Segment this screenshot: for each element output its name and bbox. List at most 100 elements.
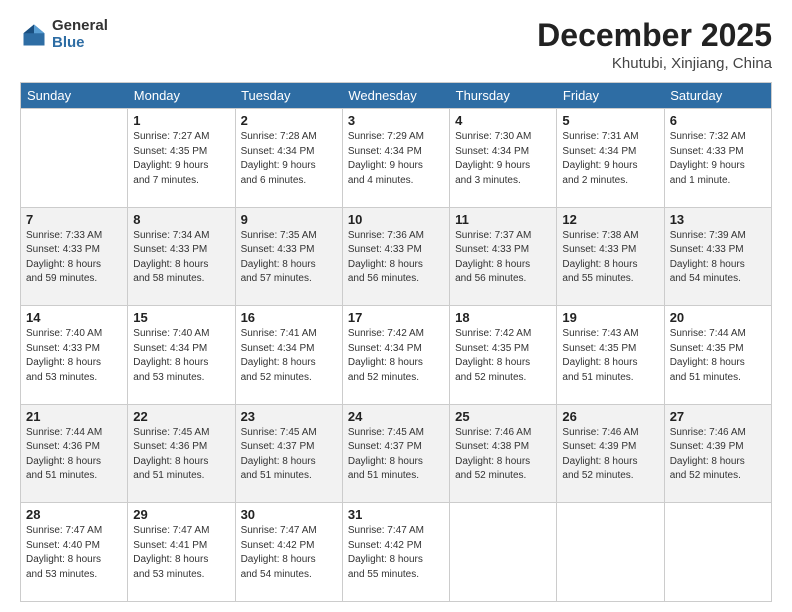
- day-info: Sunrise: 7:38 AM Sunset: 4:33 PM Dayligh…: [562, 229, 658, 287]
- day-number: 29: [133, 507, 229, 522]
- day-info: Sunrise: 7:46 AM Sunset: 4:39 PM Dayligh…: [670, 426, 766, 484]
- day-number: 30: [241, 507, 337, 522]
- day-number: 11: [455, 212, 551, 227]
- table-cell: 6Sunrise: 7:32 AM Sunset: 4:33 PM Daylig…: [664, 109, 771, 208]
- table-cell: 16Sunrise: 7:41 AM Sunset: 4:34 PM Dayli…: [235, 306, 342, 405]
- table-cell: 25 Sunrise: 7:46 AM Sunset: 4:38 PM Dayli…: [450, 404, 557, 503]
- table-cell: 8 Sunrise: 7:34 AM Sunset: 4:33 PM Daylig…: [128, 207, 235, 306]
- day-number: 7: [26, 212, 122, 227]
- col-wednesday: Wednesday: [342, 83, 449, 109]
- day-info: Sunrise: 7:40 AM Sunset: 4:34 PM Dayligh…: [133, 327, 229, 385]
- col-tuesday: Tuesday: [235, 83, 342, 109]
- day-info: Sunrise: 7:44 AM Sunset: 4:36 PM Dayligh…: [26, 426, 122, 484]
- day-info: Sunrise: 7:37 AM Sunset: 4:33 PM Dayligh…: [455, 229, 551, 287]
- table-cell: 22 Sunrise: 7:45 AM Sunset: 4:36 PM Dayli…: [128, 404, 235, 503]
- day-number: 24: [348, 409, 444, 424]
- table-cell: 2Sunrise: 7:28 AM Sunset: 4:34 PM Daylig…: [235, 109, 342, 208]
- logo: General Blue: [20, 18, 108, 51]
- day-number: 25: [455, 409, 551, 424]
- calendar-header-row: Sunday Monday Tuesday Wednesday Thursday…: [21, 83, 772, 109]
- day-info: Sunrise: 7:44 AM Sunset: 4:35 PM Dayligh…: [670, 327, 766, 385]
- day-number: 22: [133, 409, 229, 424]
- col-thursday: Thursday: [450, 83, 557, 109]
- table-cell: 5 Sunrise: 7:31 AM Sunset: 4:34 PM Daylig…: [557, 109, 664, 208]
- day-info: Sunrise: 7:39 AM Sunset: 4:33 PM Dayligh…: [670, 229, 766, 287]
- logo-text: General Blue: [52, 18, 108, 51]
- table-cell: 4 Sunrise: 7:30 AM Sunset: 4:34 PM Daylig…: [450, 109, 557, 208]
- day-number: 26: [562, 409, 658, 424]
- table-cell: 20 Sunrise: 7:44 AM Sunset: 4:35 PM Dayli…: [664, 306, 771, 405]
- col-sunday: Sunday: [21, 83, 128, 109]
- table-cell: 1 Sunrise: 7:27 AM Sunset: 4:35 PM Daylig…: [128, 109, 235, 208]
- day-number: 21: [26, 409, 122, 424]
- table-cell: 10Sunrise: 7:36 AM Sunset: 4:33 PM Dayli…: [342, 207, 449, 306]
- day-info: Sunrise: 7:46 AM Sunset: 4:39 PM Dayligh…: [562, 426, 658, 484]
- table-cell: 29 Sunrise: 7:47 AM Sunset: 4:41 PM Dayli…: [128, 503, 235, 602]
- day-number: 5: [562, 113, 658, 128]
- calendar-week-row: 14 Sunrise: 7:40 AM Sunset: 4:33 PM Dayli…: [21, 306, 772, 405]
- day-number: 3: [348, 113, 444, 128]
- day-number: 19: [562, 310, 658, 325]
- day-number: 2: [241, 113, 337, 128]
- day-info: Sunrise: 7:34 AM Sunset: 4:33 PM Dayligh…: [133, 229, 229, 287]
- day-number: 15: [133, 310, 229, 325]
- location: Khutubi, Xinjiang, China: [537, 55, 772, 72]
- day-info: Sunrise: 7:30 AM Sunset: 4:34 PM Dayligh…: [455, 130, 551, 188]
- logo-icon: [20, 21, 48, 49]
- day-info: Sunrise: 7:31 AM Sunset: 4:34 PM Dayligh…: [562, 130, 658, 188]
- day-info: Sunrise: 7:35 AM Sunset: 4:33 PM Dayligh…: [241, 229, 337, 287]
- table-cell: 27 Sunrise: 7:46 AM Sunset: 4:39 PM Dayli…: [664, 404, 771, 503]
- col-friday: Friday: [557, 83, 664, 109]
- day-number: 20: [670, 310, 766, 325]
- day-number: 8: [133, 212, 229, 227]
- day-info: Sunrise: 7:47 AM Sunset: 4:40 PM Dayligh…: [26, 524, 122, 582]
- calendar-week-row: 28 Sunrise: 7:47 AM Sunset: 4:40 PM Dayli…: [21, 503, 772, 602]
- day-number: 28: [26, 507, 122, 522]
- day-info: Sunrise: 7:45 AM Sunset: 4:36 PM Dayligh…: [133, 426, 229, 484]
- day-number: 12: [562, 212, 658, 227]
- day-number: 18: [455, 310, 551, 325]
- table-cell: 30 Sunrise: 7:47 AM Sunset: 4:42 PM Dayli…: [235, 503, 342, 602]
- day-info: Sunrise: 7:42 AM Sunset: 4:34 PM Dayligh…: [348, 327, 444, 385]
- day-number: 4: [455, 113, 551, 128]
- table-cell: 13Sunrise: 7:39 AM Sunset: 4:33 PM Dayli…: [664, 207, 771, 306]
- day-number: 16: [241, 310, 337, 325]
- day-info: Sunrise: 7:45 AM Sunset: 4:37 PM Dayligh…: [241, 426, 337, 484]
- table-cell: 31Sunrise: 7:47 AM Sunset: 4:42 PM Dayli…: [342, 503, 449, 602]
- table-cell: 18 Sunrise: 7:42 AM Sunset: 4:35 PM Dayli…: [450, 306, 557, 405]
- table-cell: [21, 109, 128, 208]
- day-number: 10: [348, 212, 444, 227]
- day-number: 17: [348, 310, 444, 325]
- day-info: Sunrise: 7:47 AM Sunset: 4:41 PM Dayligh…: [133, 524, 229, 582]
- table-cell: [450, 503, 557, 602]
- table-cell: 26 Sunrise: 7:46 AM Sunset: 4:39 PM Dayli…: [557, 404, 664, 503]
- table-cell: 15 Sunrise: 7:40 AM Sunset: 4:34 PM Dayli…: [128, 306, 235, 405]
- col-saturday: Saturday: [664, 83, 771, 109]
- day-number: 27: [670, 409, 766, 424]
- table-cell: 3Sunrise: 7:29 AM Sunset: 4:34 PM Daylig…: [342, 109, 449, 208]
- day-info: Sunrise: 7:42 AM Sunset: 4:35 PM Dayligh…: [455, 327, 551, 385]
- day-info: Sunrise: 7:46 AM Sunset: 4:38 PM Dayligh…: [455, 426, 551, 484]
- day-info: Sunrise: 7:47 AM Sunset: 4:42 PM Dayligh…: [348, 524, 444, 582]
- day-info: Sunrise: 7:43 AM Sunset: 4:35 PM Dayligh…: [562, 327, 658, 385]
- day-number: 6: [670, 113, 766, 128]
- day-number: 14: [26, 310, 122, 325]
- table-cell: 12 Sunrise: 7:38 AM Sunset: 4:33 PM Dayli…: [557, 207, 664, 306]
- day-info: Sunrise: 7:47 AM Sunset: 4:42 PM Dayligh…: [241, 524, 337, 582]
- logo-general-text: General: [52, 18, 108, 35]
- logo-blue-text: Blue: [52, 35, 108, 52]
- day-info: Sunrise: 7:40 AM Sunset: 4:33 PM Dayligh…: [26, 327, 122, 385]
- table-cell: 28 Sunrise: 7:47 AM Sunset: 4:40 PM Dayli…: [21, 503, 128, 602]
- day-number: 1: [133, 113, 229, 128]
- day-info: Sunrise: 7:33 AM Sunset: 4:33 PM Dayligh…: [26, 229, 122, 287]
- day-number: 23: [241, 409, 337, 424]
- table-cell: 24Sunrise: 7:45 AM Sunset: 4:37 PM Dayli…: [342, 404, 449, 503]
- table-cell: 9 Sunrise: 7:35 AM Sunset: 4:33 PM Daylig…: [235, 207, 342, 306]
- day-info: Sunrise: 7:27 AM Sunset: 4:35 PM Dayligh…: [133, 130, 229, 188]
- page: General Blue December 2025 Khutubi, Xinj…: [0, 0, 792, 612]
- day-number: 9: [241, 212, 337, 227]
- table-cell: [664, 503, 771, 602]
- col-monday: Monday: [128, 83, 235, 109]
- table-cell: 19 Sunrise: 7:43 AM Sunset: 4:35 PM Dayli…: [557, 306, 664, 405]
- title-block: December 2025 Khutubi, Xinjiang, China: [537, 18, 772, 72]
